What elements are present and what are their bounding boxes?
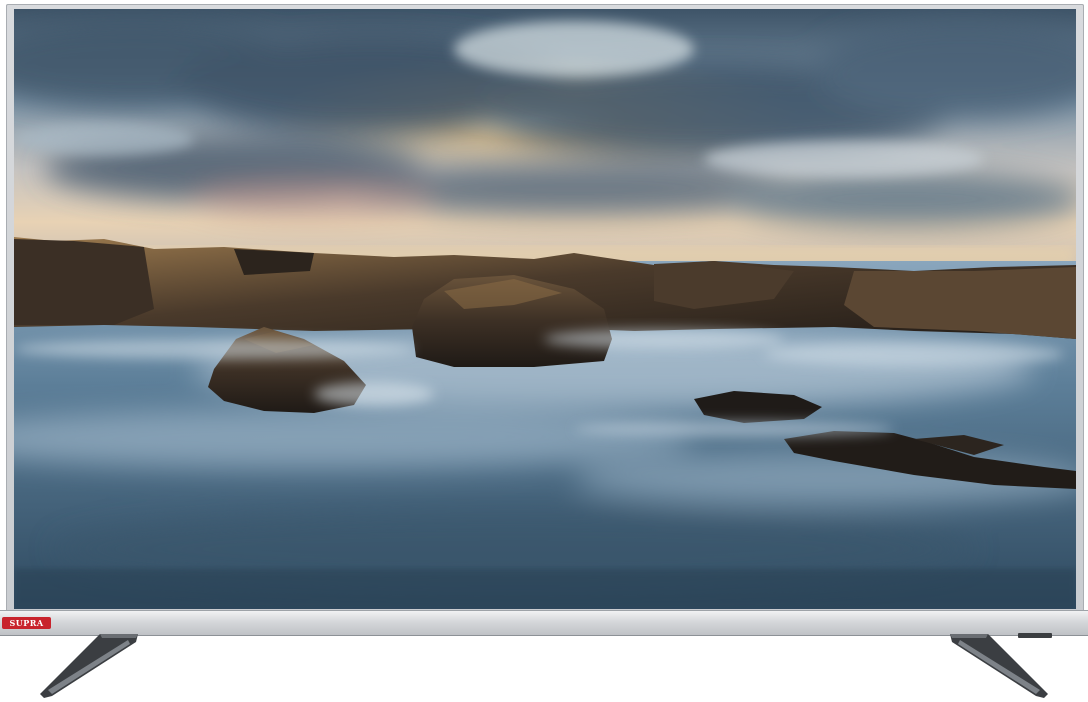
tv-bottom-bezel xyxy=(0,610,1088,636)
tv-set: SUPRA xyxy=(0,0,1088,702)
stand-leg-left xyxy=(38,632,142,700)
tv-screen xyxy=(14,9,1076,609)
brand-logo-text: SUPRA xyxy=(9,618,44,628)
stand-leg-right xyxy=(946,632,1050,700)
brand-logo: SUPRA xyxy=(2,617,51,629)
seascape-image xyxy=(14,9,1076,609)
